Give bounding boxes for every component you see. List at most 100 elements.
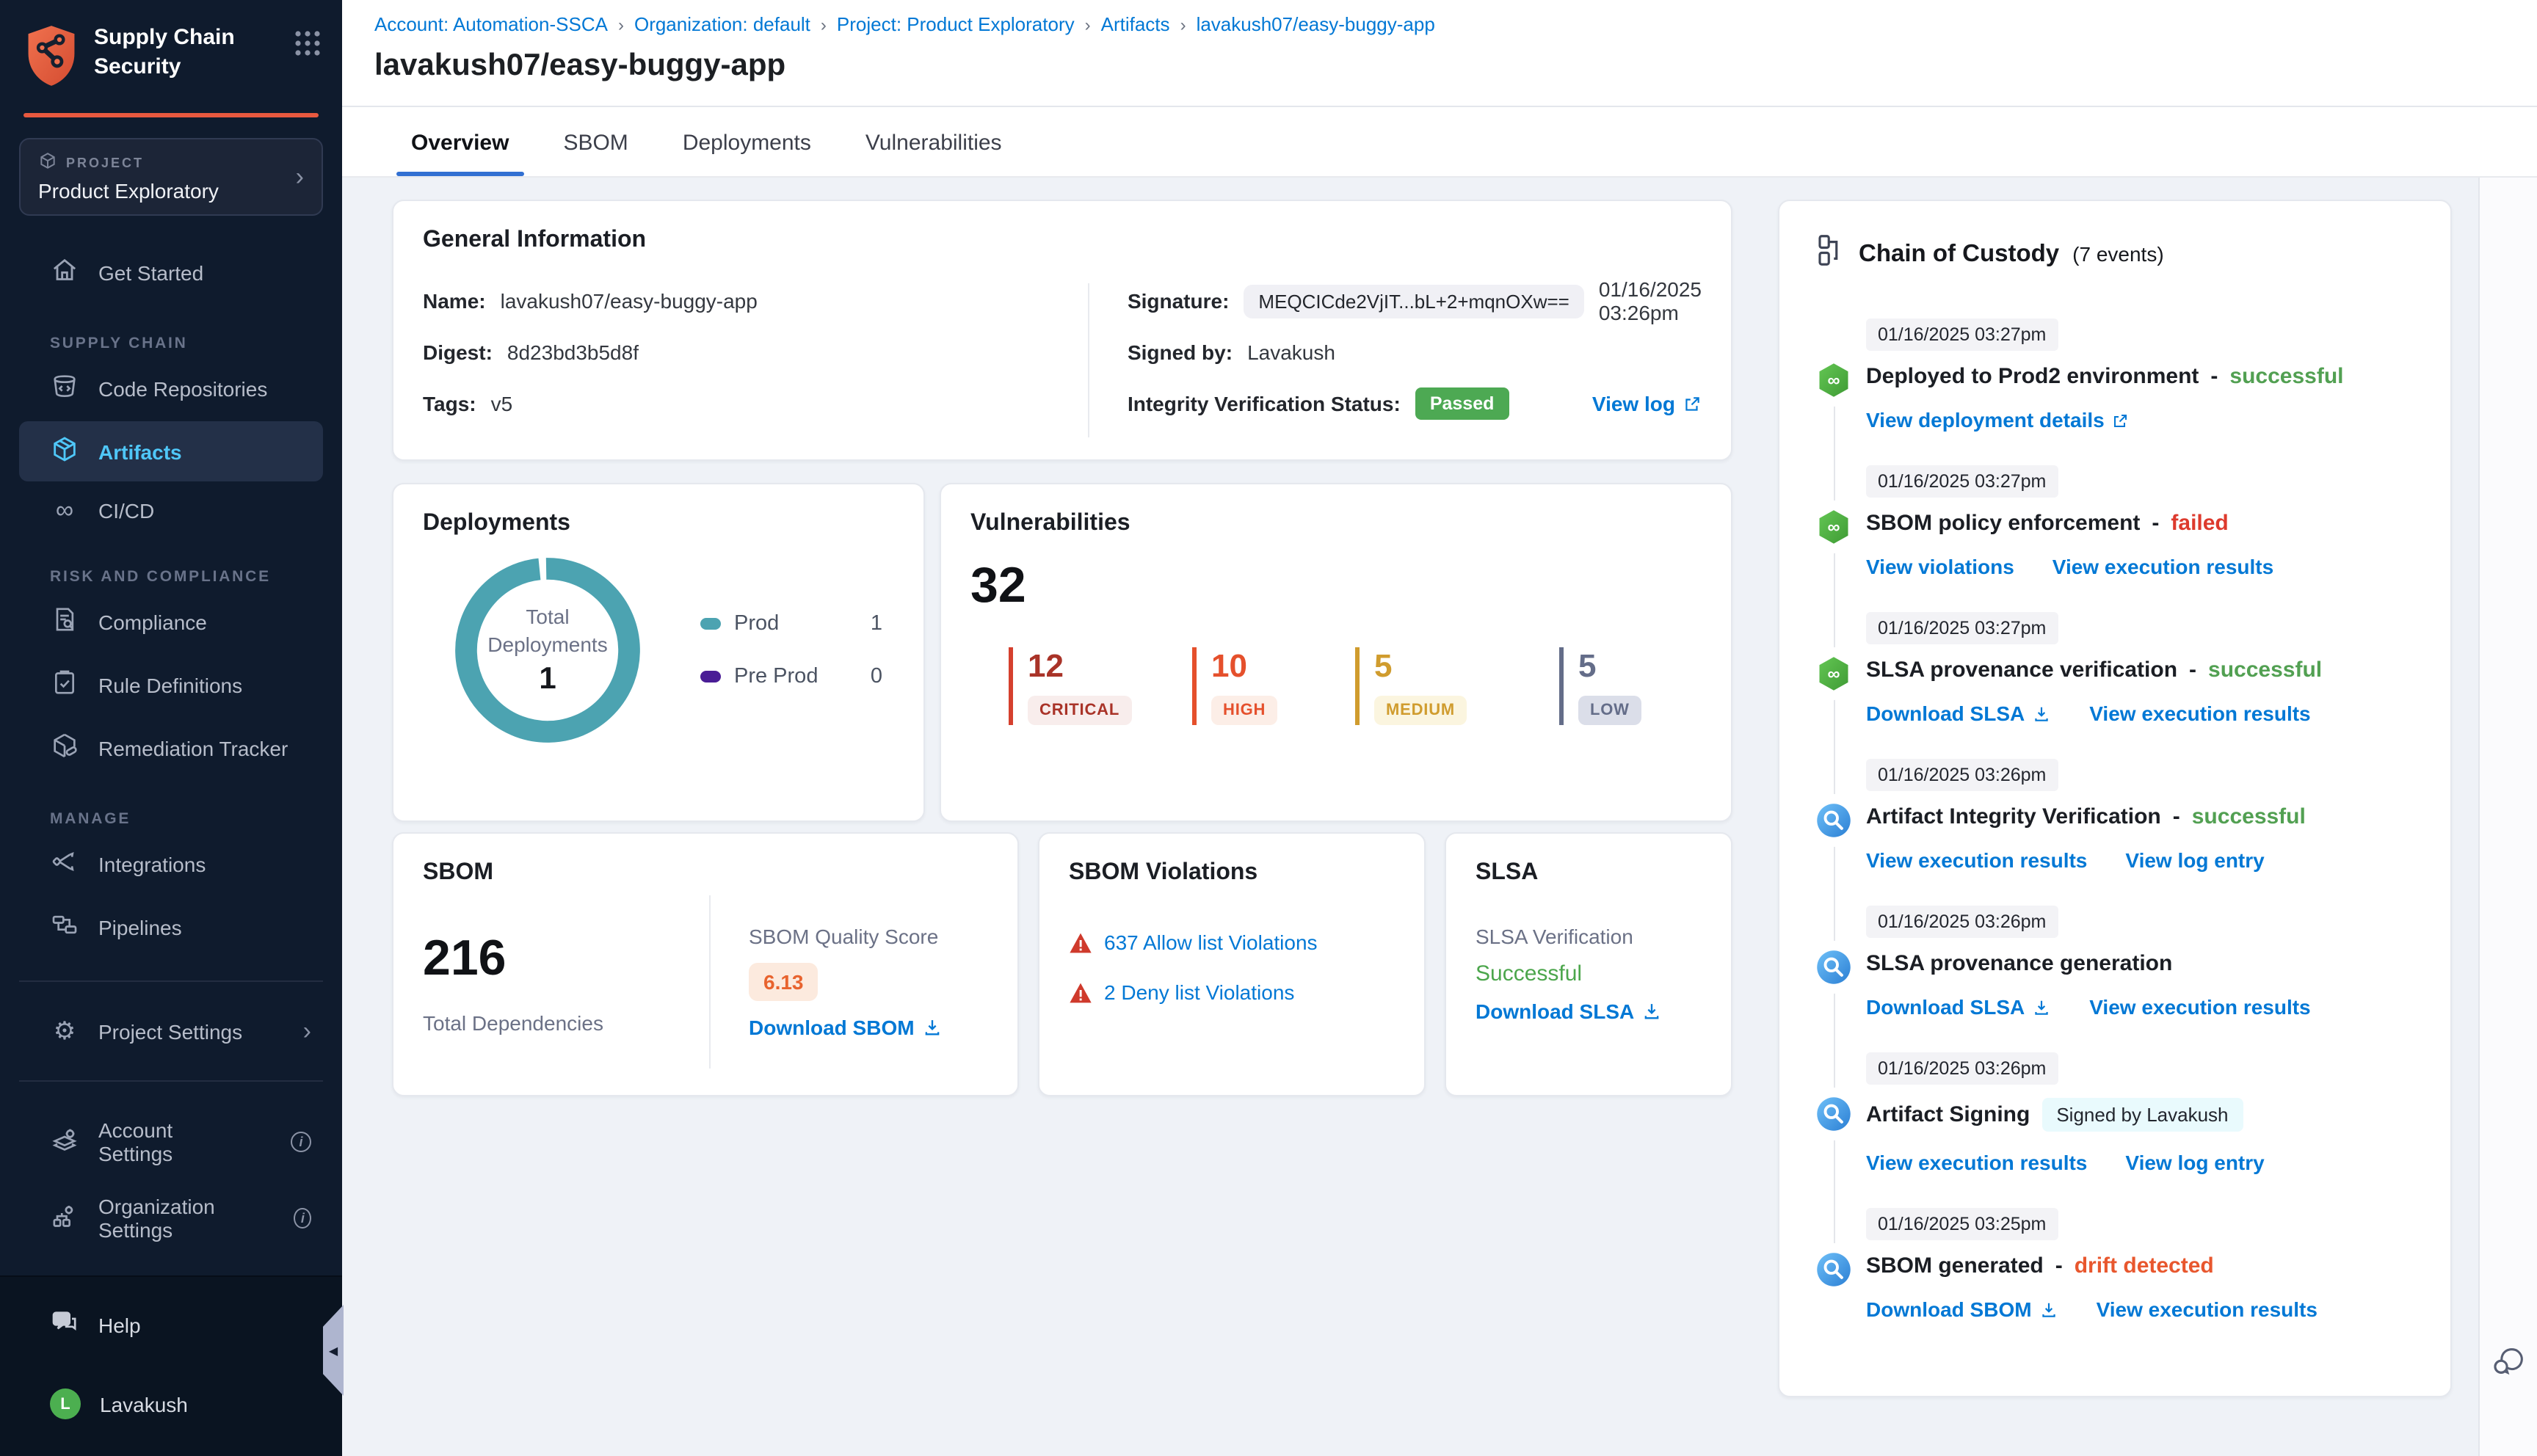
view-log-entry-link[interactable]: View log entry <box>2125 1151 2264 1174</box>
event-status: successful <box>2208 658 2323 682</box>
sbom-total-label: Total Dependencies <box>423 1011 603 1034</box>
card-title: SLSA <box>1476 860 1539 885</box>
allow-list-violations-link[interactable]: 637 Allow list Violations <box>1104 931 1318 954</box>
sidebar-item-label: Artifacts <box>98 440 182 463</box>
download-slsa-link[interactable]: Download SLSA <box>1866 702 2051 725</box>
slsa-verification-label: SLSA Verification <box>1476 925 1633 948</box>
event-timestamp: 01/16/2025 03:26pm <box>1866 1052 2058 1085</box>
sidebar-item-label: Compliance <box>98 610 207 633</box>
download-icon <box>2035 707 2048 721</box>
sidebar-item-rule-definitions[interactable]: Rule Definitions <box>19 655 323 715</box>
user-menu[interactable]: L Lavakush <box>19 1375 323 1433</box>
sidebar-item-label: Rule Definitions <box>98 673 243 696</box>
tab-vulnerabilities[interactable]: Vulnerabilities <box>851 131 1017 176</box>
pipeline-hexagon-icon: ∞ <box>1815 361 1853 399</box>
cube-icon <box>38 151 57 173</box>
module-grid-icon[interactable] <box>294 29 322 65</box>
sidebar-footer: ? Help L Lavakush <box>0 1275 342 1456</box>
code-repo-icon <box>50 371 79 405</box>
svg-text:∞: ∞ <box>1828 517 1840 537</box>
breadcrumb-separator: › <box>820 14 827 34</box>
chain-of-custody-count: (7 events) <box>2072 242 2164 266</box>
signed-by-badge: Signed by Lavakush <box>2041 1098 2243 1132</box>
separator: - <box>2055 1253 2063 1278</box>
sidebar-item-remediation-tracker[interactable]: Remediation Tracker <box>19 718 323 778</box>
deny-list-violations-row: 2 Deny list Violations <box>1069 980 1395 1004</box>
page-header: Account: Automation-SSCA › Organization:… <box>342 0 2537 107</box>
event-status: failed <box>2171 511 2229 536</box>
project-selector[interactable]: PROJECT Product Exploratory › <box>19 138 323 216</box>
tags-value: v5 <box>490 392 513 415</box>
content-area: General Information Name: lavakush07/easy… <box>342 178 2537 1456</box>
sidebar-item-integrations[interactable]: Integrations <box>19 834 323 894</box>
slsa-verification-status: Successful <box>1476 961 1583 986</box>
view-log-link[interactable]: View log <box>1592 392 1702 415</box>
signed-by-value: Lavakush <box>1247 341 1335 364</box>
breadcrumb-current[interactable]: lavakush07/easy-buggy-app <box>1197 13 1435 35</box>
pipeline-hexagon-icon: ∞ <box>1815 655 1853 693</box>
sbom-violations-card: SBOM Violations 637 Allow list Violation… <box>1038 832 1426 1096</box>
download-sbom-link[interactable]: Download SBOM <box>749 1016 943 1039</box>
view-violations-link[interactable]: View violations <box>1866 555 2014 578</box>
chevron-right-icon: › <box>302 1017 311 1045</box>
view-execution-results-link[interactable]: View execution results <box>2097 1297 2318 1321</box>
sbom-quality-score-value: 6.13 <box>749 963 819 1001</box>
info-icon[interactable]: i <box>291 1132 311 1152</box>
download-sbom-link[interactable]: Download SBOM <box>1866 1297 2058 1321</box>
donut-center-label: Total Deployments <box>487 605 608 656</box>
view-execution-results-link[interactable]: View execution results <box>2089 702 2310 725</box>
event-status: successful <box>2229 364 2344 389</box>
sidebar-item-compliance[interactable]: Compliance <box>19 592 323 652</box>
severity-badge: HIGH <box>1211 696 1278 725</box>
sidebar: Supply Chain Security PROJECT Product Ex… <box>0 0 344 1456</box>
sidebar-item-cicd[interactable]: ∞ CI/CD <box>19 484 323 536</box>
breadcrumb-artifacts[interactable]: Artifacts <box>1101 13 1170 35</box>
severity-badge: MEDIUM <box>1374 696 1467 725</box>
help-button[interactable]: ? Help <box>19 1295 323 1355</box>
sidebar-item-label: CI/CD <box>98 498 155 522</box>
breadcrumb-organization[interactable]: Organization: default <box>634 13 810 35</box>
external-link-icon <box>2114 415 2127 427</box>
sidebar-item-get-started[interactable]: Get Started <box>19 242 323 302</box>
section-label-risk: RISK AND COMPLIANCE <box>50 568 271 586</box>
feedback-chat-icon[interactable] <box>2491 1344 2525 1386</box>
chain-of-custody-panel: Chain of Custody (7 events) 01/16/2025 0… <box>1778 200 2452 1397</box>
event-title: SLSA provenance verification <box>1866 658 2178 682</box>
view-execution-results-link[interactable]: View execution results <box>2053 555 2273 578</box>
separator: - <box>2152 511 2160 536</box>
tab-sbom[interactable]: SBOM <box>548 131 642 176</box>
sidebar-item-label: Integrations <box>98 852 206 876</box>
sidebar-item-account-settings[interactable]: Account Settings i <box>19 1105 323 1179</box>
view-deployment-details-link[interactable]: View deployment details <box>1866 408 2130 432</box>
tab-overview[interactable]: Overview <box>396 131 523 176</box>
sidebar-item-pipelines[interactable]: Pipelines <box>19 897 323 957</box>
tab-deployments[interactable]: Deployments <box>668 131 826 176</box>
breadcrumb-project[interactable]: Project: Product Exploratory <box>837 13 1075 35</box>
download-slsa-link[interactable]: Download SLSA <box>1866 995 2051 1019</box>
info-icon[interactable]: i <box>294 1208 311 1228</box>
download-slsa-link[interactable]: Download SLSA <box>1476 1000 1702 1023</box>
legend-value: 1 <box>870 612 882 636</box>
view-log-entry-link[interactable]: View log entry <box>2125 848 2264 872</box>
legend-swatch-pre-prod <box>700 671 721 682</box>
sidebar-item-project-settings[interactable]: ⚙ Project Settings › <box>19 1005 323 1057</box>
card-title: Deployments <box>423 511 570 536</box>
view-execution-results-link[interactable]: View execution results <box>1866 848 2087 872</box>
deny-list-violations-link[interactable]: 2 Deny list Violations <box>1104 980 1294 1004</box>
sidebar-item-organization-settings[interactable]: Organization Settings i <box>19 1182 323 1255</box>
custody-event: 01/16/2025 03:26pm SLSA provenance gener… <box>1815 906 2424 1019</box>
view-execution-results-link[interactable]: View execution results <box>2089 995 2310 1019</box>
vulnerabilities-total: 32 <box>970 558 1026 614</box>
custody-event: 01/16/2025 03:26pm Artifact Integrity Ve… <box>1815 759 2424 872</box>
event-title: Deployed to Prod2 environment <box>1866 364 2199 389</box>
signature-value[interactable]: MEQCICde2VjIT...bL+2+mqnOXw== <box>1244 284 1584 318</box>
home-icon <box>50 255 79 289</box>
pipeline-hexagon-icon: ∞ <box>1815 508 1853 546</box>
sidebar-item-artifacts[interactable]: Artifacts <box>19 421 323 481</box>
sidebar-item-label: Code Repositories <box>98 376 268 400</box>
view-execution-results-link[interactable]: View execution results <box>1866 1151 2087 1174</box>
brand-divider <box>23 113 319 117</box>
custody-event: 01/16/2025 03:27pm SBOM policy enforceme… <box>1815 465 2424 578</box>
breadcrumb-account[interactable]: Account: Automation-SSCA <box>374 13 608 35</box>
sidebar-item-code-repositories[interactable]: Code Repositories <box>19 358 323 418</box>
